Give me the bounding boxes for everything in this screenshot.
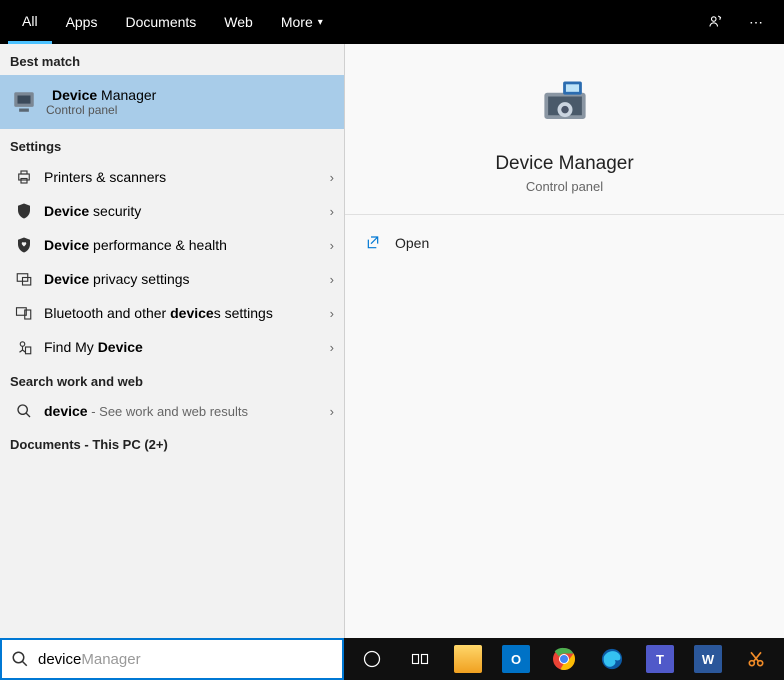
tab-all[interactable]: All [8, 0, 52, 44]
chrome-icon[interactable] [540, 639, 588, 679]
preview-title: Device Manager [495, 153, 633, 175]
result-device-manager[interactable]: Device Manager Control panel [0, 75, 344, 129]
result-bluetooth-devices[interactable]: Bluetooth and other devices settings › [0, 296, 344, 330]
result-web-search[interactable]: device - See work and web results › [0, 395, 344, 427]
result-find-my-device[interactable]: Find My Device › [0, 330, 344, 364]
preview-panel: Device Manager Control panel Open [345, 44, 784, 638]
heading-search-work-web: Search work and web [0, 364, 344, 395]
bottom-bar: device Manager O T W [0, 638, 784, 680]
file-explorer-icon[interactable] [444, 639, 492, 679]
heading-documents: Documents - This PC (2+) [0, 427, 344, 458]
open-icon [365, 235, 381, 251]
printer-icon [10, 168, 38, 186]
shield-icon [10, 202, 38, 220]
preview-subtitle: Control panel [526, 179, 603, 194]
device-manager-icon [10, 89, 38, 115]
search-input-icon [2, 650, 38, 668]
devices-icon [10, 304, 38, 322]
tab-documents[interactable]: Documents [111, 0, 210, 44]
result-device-security[interactable]: Device security › [0, 194, 344, 228]
search-input[interactable] [38, 651, 342, 668]
cortana-icon[interactable] [348, 639, 396, 679]
tab-more[interactable]: More [267, 0, 337, 44]
feedback-icon[interactable] [696, 13, 736, 31]
heart-shield-icon [10, 236, 38, 254]
word-icon[interactable]: W [684, 639, 732, 679]
action-open[interactable]: Open [365, 229, 764, 257]
find-device-icon [10, 338, 38, 356]
snipping-tool-icon[interactable] [732, 639, 780, 679]
result-device-privacy[interactable]: Device privacy settings › [0, 262, 344, 296]
taskbar: O T W [344, 638, 784, 680]
main-area: Best match Device Manager Control panel … [0, 44, 784, 638]
teams-icon[interactable]: T [636, 639, 684, 679]
result-printers-scanners[interactable]: Printers & scanners › [0, 160, 344, 194]
heading-best-match: Best match [0, 44, 344, 75]
heading-settings: Settings [0, 129, 344, 160]
edge-icon[interactable] [588, 639, 636, 679]
task-view-icon[interactable] [396, 639, 444, 679]
result-device-performance[interactable]: Device performance & health › [0, 228, 344, 262]
outlook-icon[interactable]: O [492, 639, 540, 679]
results-panel: Best match Device Manager Control panel … [0, 44, 345, 638]
tab-web[interactable]: Web [210, 0, 267, 44]
search-icon [10, 403, 38, 419]
device-manager-large-icon [535, 74, 595, 139]
search-box[interactable]: device Manager [0, 638, 344, 680]
search-tabs: All Apps Documents Web More ⋯ [0, 0, 784, 44]
more-options-icon[interactable]: ⋯ [736, 14, 776, 31]
tab-apps[interactable]: Apps [52, 0, 112, 44]
privacy-icon [10, 270, 38, 288]
